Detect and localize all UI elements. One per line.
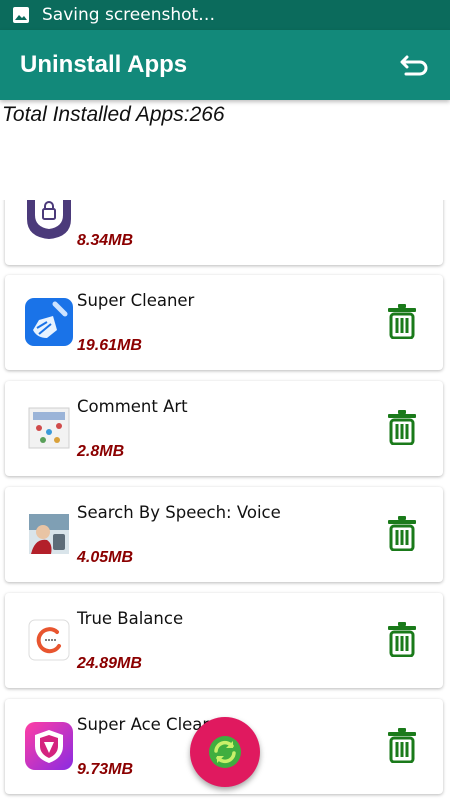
app-name: Super Cleaner [77, 291, 195, 310]
trash-icon[interactable] [387, 409, 417, 445]
list-item: Comment Art 2.8MB [5, 381, 443, 476]
refresh-icon [209, 736, 241, 768]
app-name: True Balance [77, 609, 184, 628]
app-size: 4.05MB [77, 549, 134, 566]
app-lock-icon [25, 200, 73, 241]
app-name: Search By Speech: Voice [77, 503, 281, 522]
status-text: Saving screenshot… [42, 5, 216, 25]
app-size: 19.61MB [77, 337, 142, 354]
image-icon [13, 7, 29, 23]
trash-icon[interactable] [387, 303, 417, 339]
app-size: 2.8MB [77, 443, 125, 460]
list-item: Super Cleaner 19.61MB [5, 275, 443, 370]
app-size: 24.89MB [77, 655, 142, 672]
comment-art-icon [25, 404, 73, 452]
app-name: Comment Art [77, 397, 188, 416]
app-bar: Uninstall Apps [0, 30, 450, 100]
undo-arrow-icon [400, 55, 428, 76]
refresh-button[interactable] [190, 717, 260, 787]
trash-icon[interactable] [387, 515, 417, 551]
list-item: Search By Speech: Voice 4.05MB [5, 487, 443, 582]
status-bar: Saving screenshot… [0, 0, 450, 30]
app-size: 9.73MB [77, 761, 134, 778]
trash-icon[interactable] [387, 621, 417, 657]
total-installed-label: Total Installed Apps:266 [2, 103, 225, 126]
app-size: 8.34MB [77, 232, 134, 249]
shield-cleaner-icon [25, 722, 73, 770]
trash-icon[interactable] [387, 727, 417, 763]
broom-icon [25, 298, 73, 346]
page-title: Uninstall Apps [20, 51, 188, 78]
true-balance-icon [25, 616, 73, 664]
list-item: 8.34MB [5, 200, 443, 265]
app-list[interactable]: 8.34MB Super Cleaner 19.61MB Comment Art… [0, 200, 450, 800]
list-item: True Balance 24.89MB [5, 593, 443, 688]
back-button[interactable] [398, 48, 432, 82]
voice-search-icon [25, 510, 73, 558]
